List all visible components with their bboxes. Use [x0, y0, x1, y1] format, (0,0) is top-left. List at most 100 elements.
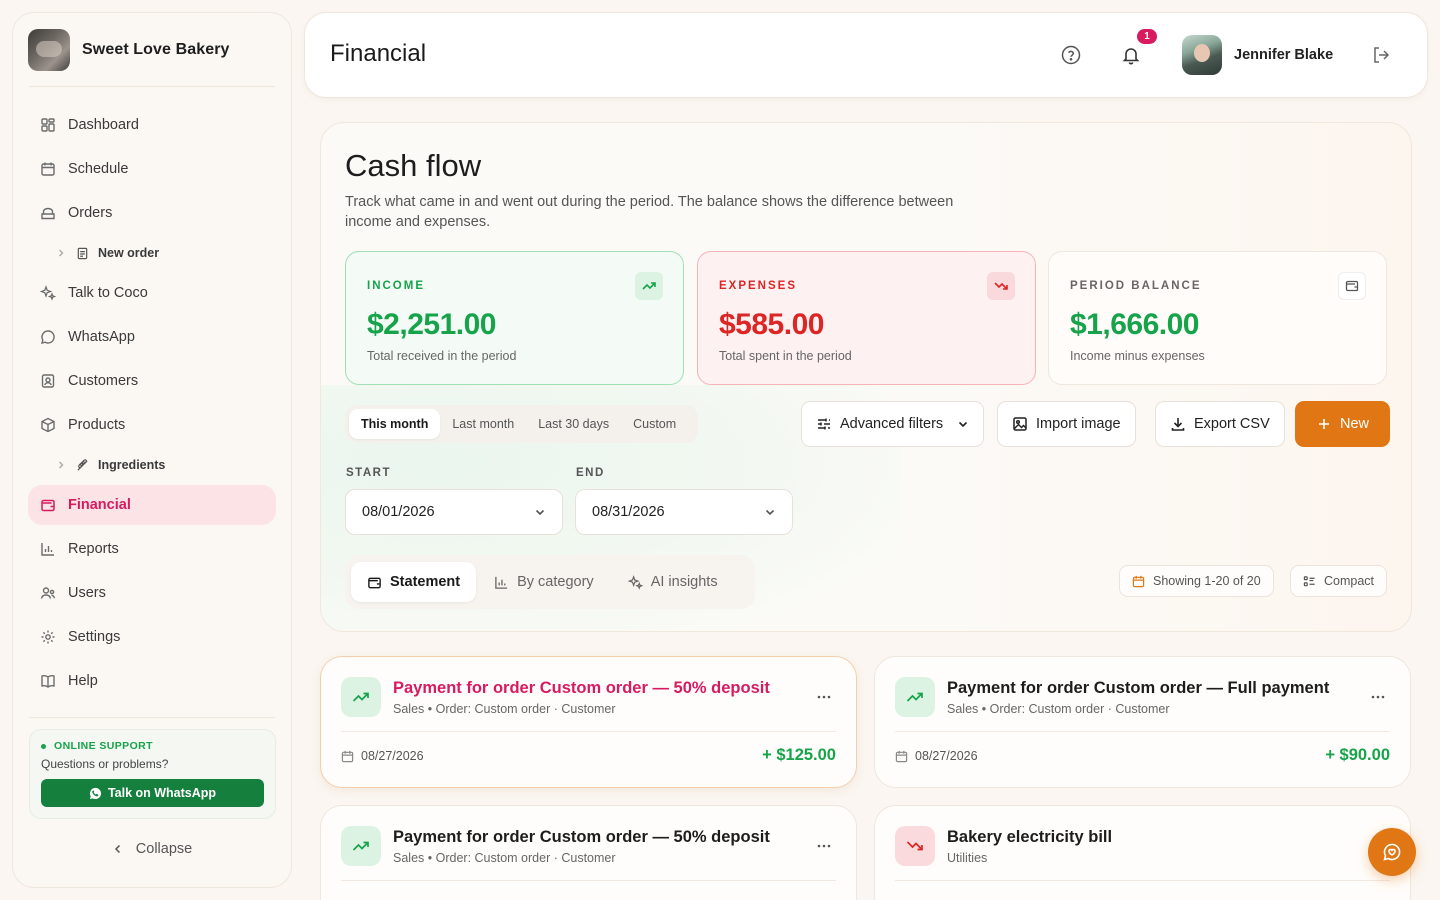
- support-question: Questions or problems?: [41, 757, 169, 771]
- transaction-title[interactable]: Payment for order Custom order — Full pa…: [947, 679, 1329, 698]
- sidebar-item-schedule[interactable]: Schedule: [28, 149, 276, 189]
- more-icon[interactable]: [816, 689, 832, 705]
- orders-icon: [41, 207, 55, 220]
- transaction-card[interactable]: Payment for order Custom order — 50% dep…: [320, 805, 857, 900]
- trend-up-icon: [635, 272, 663, 300]
- import-image-button[interactable]: Import image: [997, 401, 1136, 447]
- sidebar-item-financial[interactable]: Financial: [28, 485, 276, 525]
- sidebar-item-settings[interactable]: Settings: [28, 617, 276, 657]
- calendar-icon: [341, 750, 354, 762]
- transaction-title[interactable]: Payment for order Custom order — 50% dep…: [393, 679, 770, 698]
- chevron-down-icon: [535, 509, 545, 516]
- page-title: Financial: [330, 40, 427, 67]
- period-balance-card: PERIOD BALANCE $1,666.00 Income minus ex…: [1048, 251, 1387, 385]
- chevron-down-icon: [959, 421, 968, 428]
- end-date-select[interactable]: 08/31/2026: [575, 489, 793, 535]
- transaction-order: • Order: Custom order · Customer: [427, 702, 616, 716]
- period-last-30-days[interactable]: Last 30 days: [526, 409, 621, 439]
- whatsapp-icon: [89, 787, 102, 799]
- sidebar-item-dashboard[interactable]: Dashboard: [28, 105, 276, 145]
- dashboard-icon: [41, 118, 55, 132]
- box-icon: [41, 417, 55, 433]
- income-sub: Total received in the period: [367, 349, 517, 363]
- transaction-card[interactable]: Payment for order Custom order — 50% dep…: [320, 656, 857, 788]
- tab-ai-insights[interactable]: AI insights: [612, 562, 734, 602]
- income-label: INCOME: [367, 280, 425, 292]
- divider: [29, 717, 275, 718]
- sidebar-item-customers[interactable]: Customers: [28, 361, 276, 401]
- expenses-value: $585.00: [719, 308, 824, 341]
- support-box: ONLINE SUPPORT Questions or problems? Ta…: [29, 729, 276, 819]
- more-icon[interactable]: [816, 838, 832, 854]
- sidebar-item-label: Ingredients: [98, 458, 166, 472]
- bell-icon[interactable]: [1121, 45, 1141, 65]
- sidebar-item-new-order[interactable]: New order: [56, 241, 159, 265]
- transaction-card[interactable]: Payment for order Custom order — Full pa…: [874, 656, 1411, 788]
- more-icon[interactable]: [1370, 689, 1386, 705]
- transaction-date: 08/27/2026: [341, 749, 424, 763]
- sidebar-item-orders[interactable]: Orders: [28, 193, 276, 233]
- transaction-meta: Sales • Order: Custom order · Customer: [393, 702, 616, 716]
- sidebar-item-talk-to-coco[interactable]: Talk to Coco: [28, 273, 276, 313]
- sidebar-item-products[interactable]: Products: [28, 405, 276, 445]
- transaction-order: • Order: Custom order · Customer: [427, 851, 616, 865]
- sidebar-item-label: Dashboard: [68, 117, 139, 133]
- trend-up-icon: [341, 677, 381, 717]
- plus-icon: [1319, 419, 1329, 429]
- sidebar-item-reports[interactable]: Reports: [28, 529, 276, 569]
- balance-sub: Income minus expenses: [1070, 349, 1205, 363]
- start-date-select[interactable]: 08/01/2026: [345, 489, 563, 535]
- gear-icon: [41, 630, 55, 644]
- balance-value: $1,666.00: [1070, 308, 1199, 341]
- sidebar-item-label: Settings: [68, 629, 121, 645]
- period-this-month[interactable]: This month: [349, 409, 441, 439]
- sidebar: Sweet Love Bakery Dashboard Schedule Ord…: [12, 12, 292, 888]
- online-dot-icon: [41, 743, 46, 749]
- new-transaction-button[interactable]: New: [1295, 401, 1391, 447]
- export-csv-button[interactable]: Export CSV: [1155, 401, 1285, 447]
- tab-by-category[interactable]: By category: [478, 562, 610, 602]
- period-last-month[interactable]: Last month: [440, 409, 526, 439]
- transaction-order: • Order: Custom order · Customer: [981, 702, 1170, 716]
- period-custom[interactable]: Custom: [621, 409, 688, 439]
- support-chat-button[interactable]: [1368, 828, 1416, 876]
- avatar[interactable]: [1182, 35, 1222, 75]
- image-icon: [1013, 417, 1027, 431]
- logout-icon[interactable]: [1371, 45, 1391, 65]
- talk-on-whatsapp-button[interactable]: Talk on WhatsApp: [41, 779, 264, 807]
- trend-up-icon: [341, 826, 381, 866]
- transaction-title[interactable]: Payment for order Custom order — 50% dep…: [393, 828, 770, 847]
- transaction-category: Sales: [393, 702, 425, 716]
- transaction-category: Sales: [947, 702, 979, 716]
- sidebar-item-label: Products: [68, 417, 126, 433]
- transaction-card[interactable]: Bakery electricity bill Utilities: [874, 805, 1411, 900]
- calendar-icon: [41, 162, 55, 176]
- bar-chart-icon: [41, 543, 54, 556]
- chat-bubble-icon: [41, 330, 55, 344]
- sidebar-item-label: Financial: [68, 497, 131, 513]
- view-selector: Statement By category AI insights: [345, 555, 755, 609]
- start-date-value: 08/01/2026: [362, 504, 435, 520]
- divider: [341, 731, 836, 732]
- wallet-icon: [1338, 272, 1366, 300]
- sidebar-item-label: Help: [68, 673, 98, 689]
- brand[interactable]: Sweet Love Bakery: [28, 29, 230, 71]
- book-icon: [41, 675, 55, 688]
- sidebar-item-help[interactable]: Help: [28, 661, 276, 701]
- sidebar-item-whatsapp[interactable]: WhatsApp: [28, 317, 276, 357]
- end-date-label: END: [576, 467, 605, 479]
- sidebar-item-ingredients[interactable]: Ingredients: [56, 453, 165, 477]
- help-icon[interactable]: [1061, 45, 1081, 65]
- transaction-date-value: 08/27/2026: [915, 749, 978, 763]
- collapse-button[interactable]: Collapse: [13, 841, 291, 857]
- notification-badge: 1: [1137, 29, 1157, 44]
- transaction-title[interactable]: Bakery electricity bill: [947, 828, 1112, 847]
- tab-statement[interactable]: Statement: [351, 562, 477, 602]
- advanced-filters-button[interactable]: Advanced filters: [801, 401, 985, 447]
- divider: [895, 731, 1390, 732]
- user-name[interactable]: Jennifer Blake: [1234, 47, 1333, 63]
- chevron-right-icon: [59, 461, 64, 469]
- compact-toggle[interactable]: Compact: [1290, 565, 1388, 597]
- sidebar-item-users[interactable]: Users: [28, 573, 276, 613]
- divider: [341, 880, 836, 881]
